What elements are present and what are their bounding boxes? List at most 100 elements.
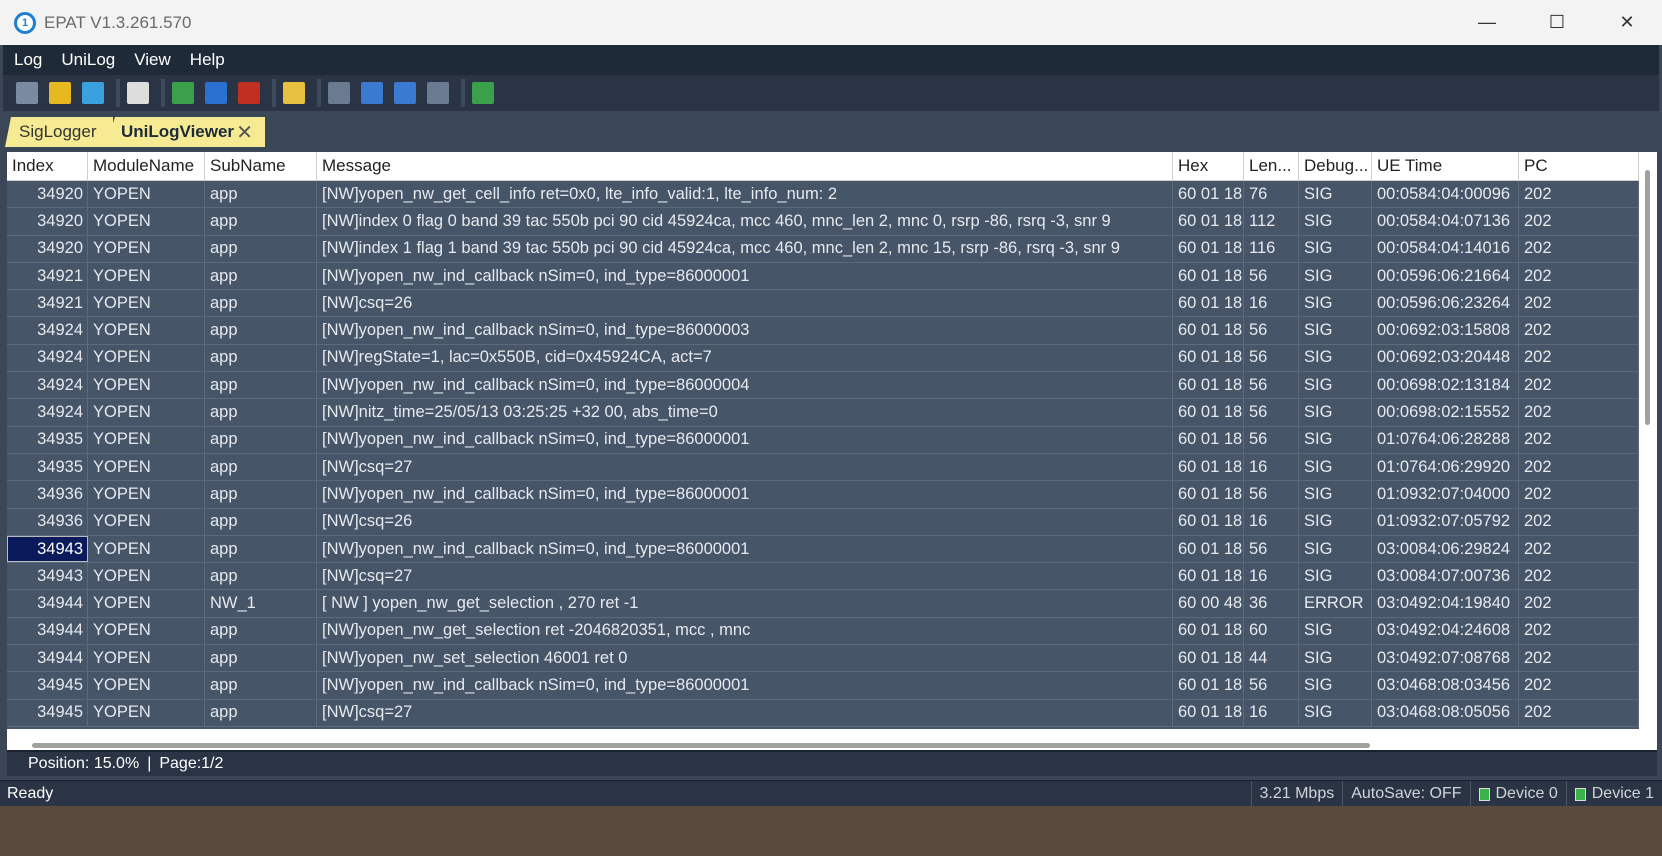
table-cell: YOPEN xyxy=(88,208,205,235)
table-cell: 03:0084:07:00736 xyxy=(1372,563,1519,590)
table-cell: SIG xyxy=(1299,290,1372,317)
table-cell: 112 xyxy=(1244,208,1299,235)
play-icon xyxy=(172,82,194,104)
table-cell: SIG xyxy=(1299,317,1372,344)
table-row[interactable]: 34920 YOPEN app [NW]index 1 flag 1 band 39 … xyxy=(7,235,1639,263)
table-cell: 60 01 18 xyxy=(1173,672,1244,699)
open-folder-button[interactable] xyxy=(13,79,41,107)
table-cell: YOPEN xyxy=(88,344,205,372)
table-cell: 00:0692:03:20448 xyxy=(1372,344,1519,372)
menu-log[interactable]: Log xyxy=(3,50,50,70)
table-cell: 44 xyxy=(1244,645,1299,672)
menu-view[interactable]: View xyxy=(123,50,179,70)
table-cell: SIG xyxy=(1299,399,1372,426)
table-cell: 34944 xyxy=(7,617,88,645)
table-row[interactable]: 34924 YOPEN app [NW]yopen_nw_ind_callback n… xyxy=(7,317,1639,345)
column-header[interactable]: SubName xyxy=(205,152,317,180)
vertical-scrollbar[interactable] xyxy=(1639,152,1657,729)
table-row[interactable]: 34935 YOPEN app [NW]csq=27 60 01 18 16 SIG 01:0… xyxy=(7,453,1639,482)
table-row[interactable]: 34921 YOPEN app [NW]yopen_nw_ind_callback n… xyxy=(7,262,1639,291)
table-cell: 60 01 18 xyxy=(1173,563,1244,590)
title-bar: 1 EPAT V1.3.261.570 — ☐ ✕ xyxy=(0,0,1662,45)
table-cell: [NW]yopen_nw_ind_callback nSim=0, ind_ty… xyxy=(317,672,1173,699)
toolbar-separator xyxy=(116,79,120,107)
table-row[interactable]: 34944 YOPEN NW_1[ NW ] yopen_nw_get_select… xyxy=(7,590,1639,618)
prev-page-button[interactable] xyxy=(358,79,386,107)
table-cell: 34921 xyxy=(7,262,88,290)
tab-unilogviewer[interactable]: UniLogViewer ✕ xyxy=(105,117,265,147)
filter-button[interactable] xyxy=(124,79,152,107)
stop-button[interactable] xyxy=(235,79,263,107)
edit-button[interactable] xyxy=(280,79,308,107)
table-cell: YOPEN xyxy=(88,699,205,726)
table-row[interactable]: 34936 YOPEN app [NW]csq=26 60 01 18 16 SIG 01:0… xyxy=(7,508,1639,536)
table-row[interactable]: 34945 YOPEN app [NW]csq=27 60 01 18 16 SIG 03:0… xyxy=(7,699,1639,727)
column-header[interactable]: Hex xyxy=(1173,152,1244,180)
column-header[interactable]: UE Time xyxy=(1372,152,1519,180)
status-data-rate: 3.21 Mbps xyxy=(1250,781,1343,807)
table-row[interactable]: 34924 YOPEN app [NW]regState=1, lac=0x550B,… xyxy=(7,344,1639,373)
table-cell: YOPEN xyxy=(88,290,205,317)
minimize-button[interactable]: — xyxy=(1452,0,1522,45)
table-row[interactable]: 34936 YOPEN app [NW]yopen_nw_ind_callback n… xyxy=(7,481,1639,509)
first-page-icon xyxy=(328,82,350,104)
table-cell: app xyxy=(205,235,317,262)
column-header[interactable]: Debug... xyxy=(1299,152,1372,180)
pause-button[interactable] xyxy=(202,79,230,107)
table-cell: [NW]csq=27 xyxy=(317,699,1173,726)
table-row[interactable]: 34935 YOPEN app [NW]yopen_nw_ind_callback n… xyxy=(7,426,1639,454)
table-row[interactable]: 34943 YOPEN app [NW]yopen_nw_ind_callback n… xyxy=(7,535,1639,564)
table-row[interactable]: 34944 YOPEN app [NW]yopen_nw_set_selection … xyxy=(7,645,1639,673)
table-cell: 34921 xyxy=(7,290,88,317)
save-button[interactable] xyxy=(46,79,74,107)
table-row[interactable]: 34920 YOPEN app [NW]index 0 flag 0 band 39 … xyxy=(7,208,1639,236)
table-row[interactable]: 34920 YOPEN app [NW]yopen_nw_get_cell_info … xyxy=(7,181,1639,209)
table-cell: [NW]csq=26 xyxy=(317,290,1173,317)
last-page-button[interactable] xyxy=(424,79,452,107)
table-row[interactable]: 34944 YOPEN app [NW]yopen_nw_get_selection … xyxy=(7,617,1639,646)
table-cell: SIG xyxy=(1299,372,1372,399)
horizontal-scroll-thumb[interactable] xyxy=(32,743,1370,748)
position-text: Position: 15.0% xyxy=(28,755,140,772)
column-header[interactable]: Len... xyxy=(1244,152,1299,180)
close-window-button[interactable]: ✕ xyxy=(1592,0,1662,45)
tab-siglogger-label: SigLogger xyxy=(19,122,97,141)
table-cell: 202 xyxy=(1519,672,1639,699)
vertical-scroll-thumb[interactable] xyxy=(1645,170,1650,425)
position-bar: Position: 15.0% | Page:1/2 xyxy=(7,750,1657,776)
table-cell: 60 01 18 xyxy=(1173,208,1244,235)
maximize-button[interactable]: ☐ xyxy=(1522,0,1592,45)
column-header[interactable]: PC xyxy=(1519,152,1639,180)
table-cell: 60 01 18 xyxy=(1173,453,1244,481)
table-cell: YOPEN xyxy=(88,426,205,453)
first-page-button[interactable] xyxy=(325,79,353,107)
menu-help[interactable]: Help xyxy=(179,50,233,70)
table-row[interactable]: 34945 YOPEN app [NW]yopen_nw_ind_callback n… xyxy=(7,672,1639,700)
table-cell: 34944 xyxy=(7,590,88,617)
table-cell: app xyxy=(205,317,317,344)
device-1-icon xyxy=(1574,787,1586,801)
next-page-button[interactable] xyxy=(391,79,419,107)
close-tab-icon[interactable]: ✕ xyxy=(236,120,253,145)
table-row[interactable]: 34943 YOPEN app [NW]csq=27 60 01 18 16 SIG 03:0… xyxy=(7,563,1639,591)
table-cell: 202 xyxy=(1519,508,1639,535)
table-row[interactable]: 34924 YOPEN app [NW]yopen_nw_ind_callback n… xyxy=(7,372,1639,400)
connect-button[interactable] xyxy=(469,79,497,107)
clear-button[interactable] xyxy=(79,79,107,107)
play-button[interactable] xyxy=(169,79,197,107)
column-header[interactable]: ModuleName xyxy=(88,152,205,180)
column-header[interactable]: Message xyxy=(317,152,1173,180)
table-cell: 60 01 18 xyxy=(1173,645,1244,672)
tab-siglogger[interactable]: SigLogger xyxy=(5,117,113,147)
table-row[interactable]: 34924 YOPEN app [NW]nitz_time=25/05/13 03:2… xyxy=(7,399,1639,427)
table-cell: 03:0468:08:03456 xyxy=(1372,672,1519,699)
table-cell: 202 xyxy=(1519,590,1639,617)
table-row[interactable]: 34921 YOPEN app [NW]csq=26 60 01 18 16 SIG 00:0… xyxy=(7,290,1639,318)
table-cell: YOPEN xyxy=(88,481,205,508)
table-cell: 16 xyxy=(1244,453,1299,481)
column-header[interactable]: Index xyxy=(7,152,88,180)
table-cell: 202 xyxy=(1519,344,1639,372)
table-body[interactable]: 34920 YOPEN app [NW]yopen_nw_get_cell_info … xyxy=(7,181,1639,729)
open-folder-icon xyxy=(16,82,38,104)
menu-unilog[interactable]: UniLog xyxy=(50,50,123,70)
